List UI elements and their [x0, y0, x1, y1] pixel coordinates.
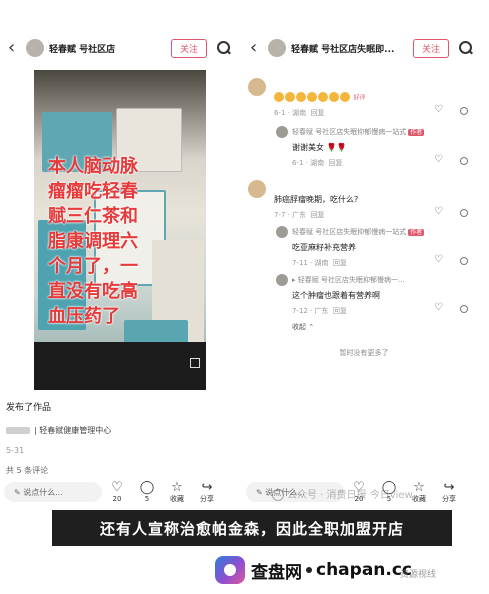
emoji-comment: 好评: [274, 92, 366, 102]
commenter-avatar[interactable]: [248, 78, 266, 96]
share-icon: ↪: [443, 479, 455, 495]
follow-button[interactable]: 关注: [171, 38, 208, 58]
comment-dislike-icon[interactable]: [460, 107, 468, 115]
comment-author[interactable]: 轻春赋 号社区店失眠抑郁慢病一站式 作者: [292, 227, 425, 237]
comment-button[interactable]: ◯ 5: [132, 479, 162, 504]
right-comments-screen: ‹ 轻春赋 号社区店失眠即... 关注 好评 6-1 · 湖南 回复 ♡ 轻春赋…: [246, 28, 482, 508]
brand-logo-icon: [215, 556, 245, 584]
comment-meta: 7-12 · 广东 回复: [292, 307, 348, 315]
shop-name[interactable]: 轻春赋 号社区店: [49, 42, 167, 55]
comment-author[interactable]: ▸ 轻春赋 号社区店失眠抑郁慢病一...: [292, 275, 405, 285]
author-avatar[interactable]: [276, 226, 288, 238]
star-icon: ☆: [171, 479, 183, 495]
comment-meta: 6-1 · 湖南 回复: [274, 109, 325, 117]
post-info: 发布了作品 | 轻春赋健康管理中心 5-31 共 5 条评论: [6, 400, 236, 476]
search-icon[interactable]: [217, 41, 231, 55]
brand-separator: [306, 567, 312, 573]
fullscreen-icon[interactable]: [190, 358, 200, 368]
brand-name-en: chapan.cc: [316, 560, 413, 580]
collapse-replies[interactable]: 收起 ⌃: [292, 322, 314, 332]
location-pin-icon: [6, 427, 30, 434]
edit-icon: ✎: [256, 487, 266, 497]
left-post-screen: ‹ 轻春赋 号社区店 关注 本人脑动脉 瘤瘤吃轻春 赋三仁茶和 脂康调理六 个月…: [4, 28, 240, 508]
end-of-list-text: 暂时没有更多了: [339, 349, 389, 357]
comment-text: 肺癌脬瘤晚期，吃什么?: [274, 195, 359, 204]
share-button[interactable]: ↪ 分享: [192, 479, 222, 504]
comment-like-icon[interactable]: ♡: [434, 254, 443, 265]
brand-logo-row: 查盘网 chapan.cc: [215, 556, 412, 584]
edit-icon: ✎: [14, 487, 24, 497]
comment-text: 这个肿瘤也跟着有营养啊: [292, 291, 380, 300]
comment-input[interactable]: ✎ 说点什么...: [4, 482, 102, 502]
comment-meta: 7-11 · 湖南 回复: [292, 259, 348, 267]
shop-avatar[interactable]: [26, 39, 44, 57]
comment-like-icon[interactable]: ♡: [434, 104, 443, 115]
back-icon[interactable]: ‹: [8, 39, 22, 57]
search-icon[interactable]: [459, 41, 473, 55]
location-text: | 轻春赋健康管理中心: [34, 426, 112, 435]
reply-link[interactable]: 回复: [311, 109, 325, 117]
favorite-button[interactable]: ☆ 收藏: [162, 479, 192, 504]
caption-banner: 还有人宣称治愈帕金森，因此全职加盟开店: [52, 510, 452, 546]
back-icon[interactable]: ‹: [250, 39, 264, 57]
published-label: 发布了作品: [6, 403, 52, 413]
source-watermark: 资源视线: [400, 570, 437, 580]
commenter-avatar[interactable]: [276, 274, 288, 286]
comment-text: 谢谢美女 🌹🌹: [292, 143, 347, 152]
comment-dislike-icon[interactable]: [460, 257, 468, 265]
comment-meta: 7-7 · 广东 回复: [274, 211, 325, 219]
location-row[interactable]: | 轻春赋健康管理中心: [6, 425, 236, 436]
video-player[interactable]: 本人脑动脉 瘤瘤吃轻春 赋三仁茶和 脂康调理六 个月了，一 直没有吃高 血压药了: [34, 70, 206, 390]
comment-author[interactable]: 轻春赋 号社区店失眠抑郁慢病一站式 作者: [292, 127, 425, 137]
commenter-avatar[interactable]: [248, 180, 266, 198]
video-overlay-text: 本人脑动脉 瘤瘤吃轻春 赋三仁茶和 脂康调理六 个月了，一 直没有吃高 血压药了: [48, 156, 138, 327]
post-date: 5-31: [6, 446, 25, 455]
comment-icon: ◯: [139, 479, 155, 495]
comment-count: 共 5 条评论: [6, 466, 49, 475]
comment-dislike-icon[interactable]: [460, 305, 468, 313]
follow-button[interactable]: 关注: [413, 38, 450, 58]
comment-like-icon[interactable]: ♡: [434, 206, 443, 217]
shop-avatar[interactable]: [268, 39, 286, 57]
right-topbar: ‹ 轻春赋 号社区店失眠即... 关注: [246, 28, 482, 68]
like-button[interactable]: ♡ 20: [102, 479, 132, 504]
shop-name[interactable]: 轻春赋 号社区店失眠即...: [291, 42, 409, 55]
star-icon: ☆: [413, 479, 425, 495]
comment-like-icon[interactable]: ♡: [434, 302, 443, 313]
share-button[interactable]: ↪ 分享: [434, 479, 464, 504]
video-bottom-bar: [34, 342, 206, 390]
brand-name-cn: 查盘网: [251, 562, 302, 583]
left-topbar: ‹ 轻春赋 号社区店 关注: [4, 28, 240, 68]
heart-icon: ♡: [111, 479, 123, 495]
left-bottom-bar: ✎ 说点什么... ♡ 20 ◯ 5 ☆ 收藏 ↪ 分享: [4, 476, 240, 508]
wechat-watermark: 公众号 · 消费日报 今日view: [272, 486, 413, 501]
comment-text: 吃亚麻籽补充营养: [292, 243, 356, 252]
wechat-icon: [272, 489, 284, 501]
share-icon: ↪: [201, 479, 213, 495]
comment-dislike-icon[interactable]: [460, 157, 468, 165]
comment-like-icon[interactable]: ♡: [434, 154, 443, 165]
comment-dislike-icon[interactable]: [460, 209, 468, 217]
comment-meta: 6-1 · 湖南 回复: [292, 159, 343, 167]
author-avatar[interactable]: [276, 126, 288, 138]
